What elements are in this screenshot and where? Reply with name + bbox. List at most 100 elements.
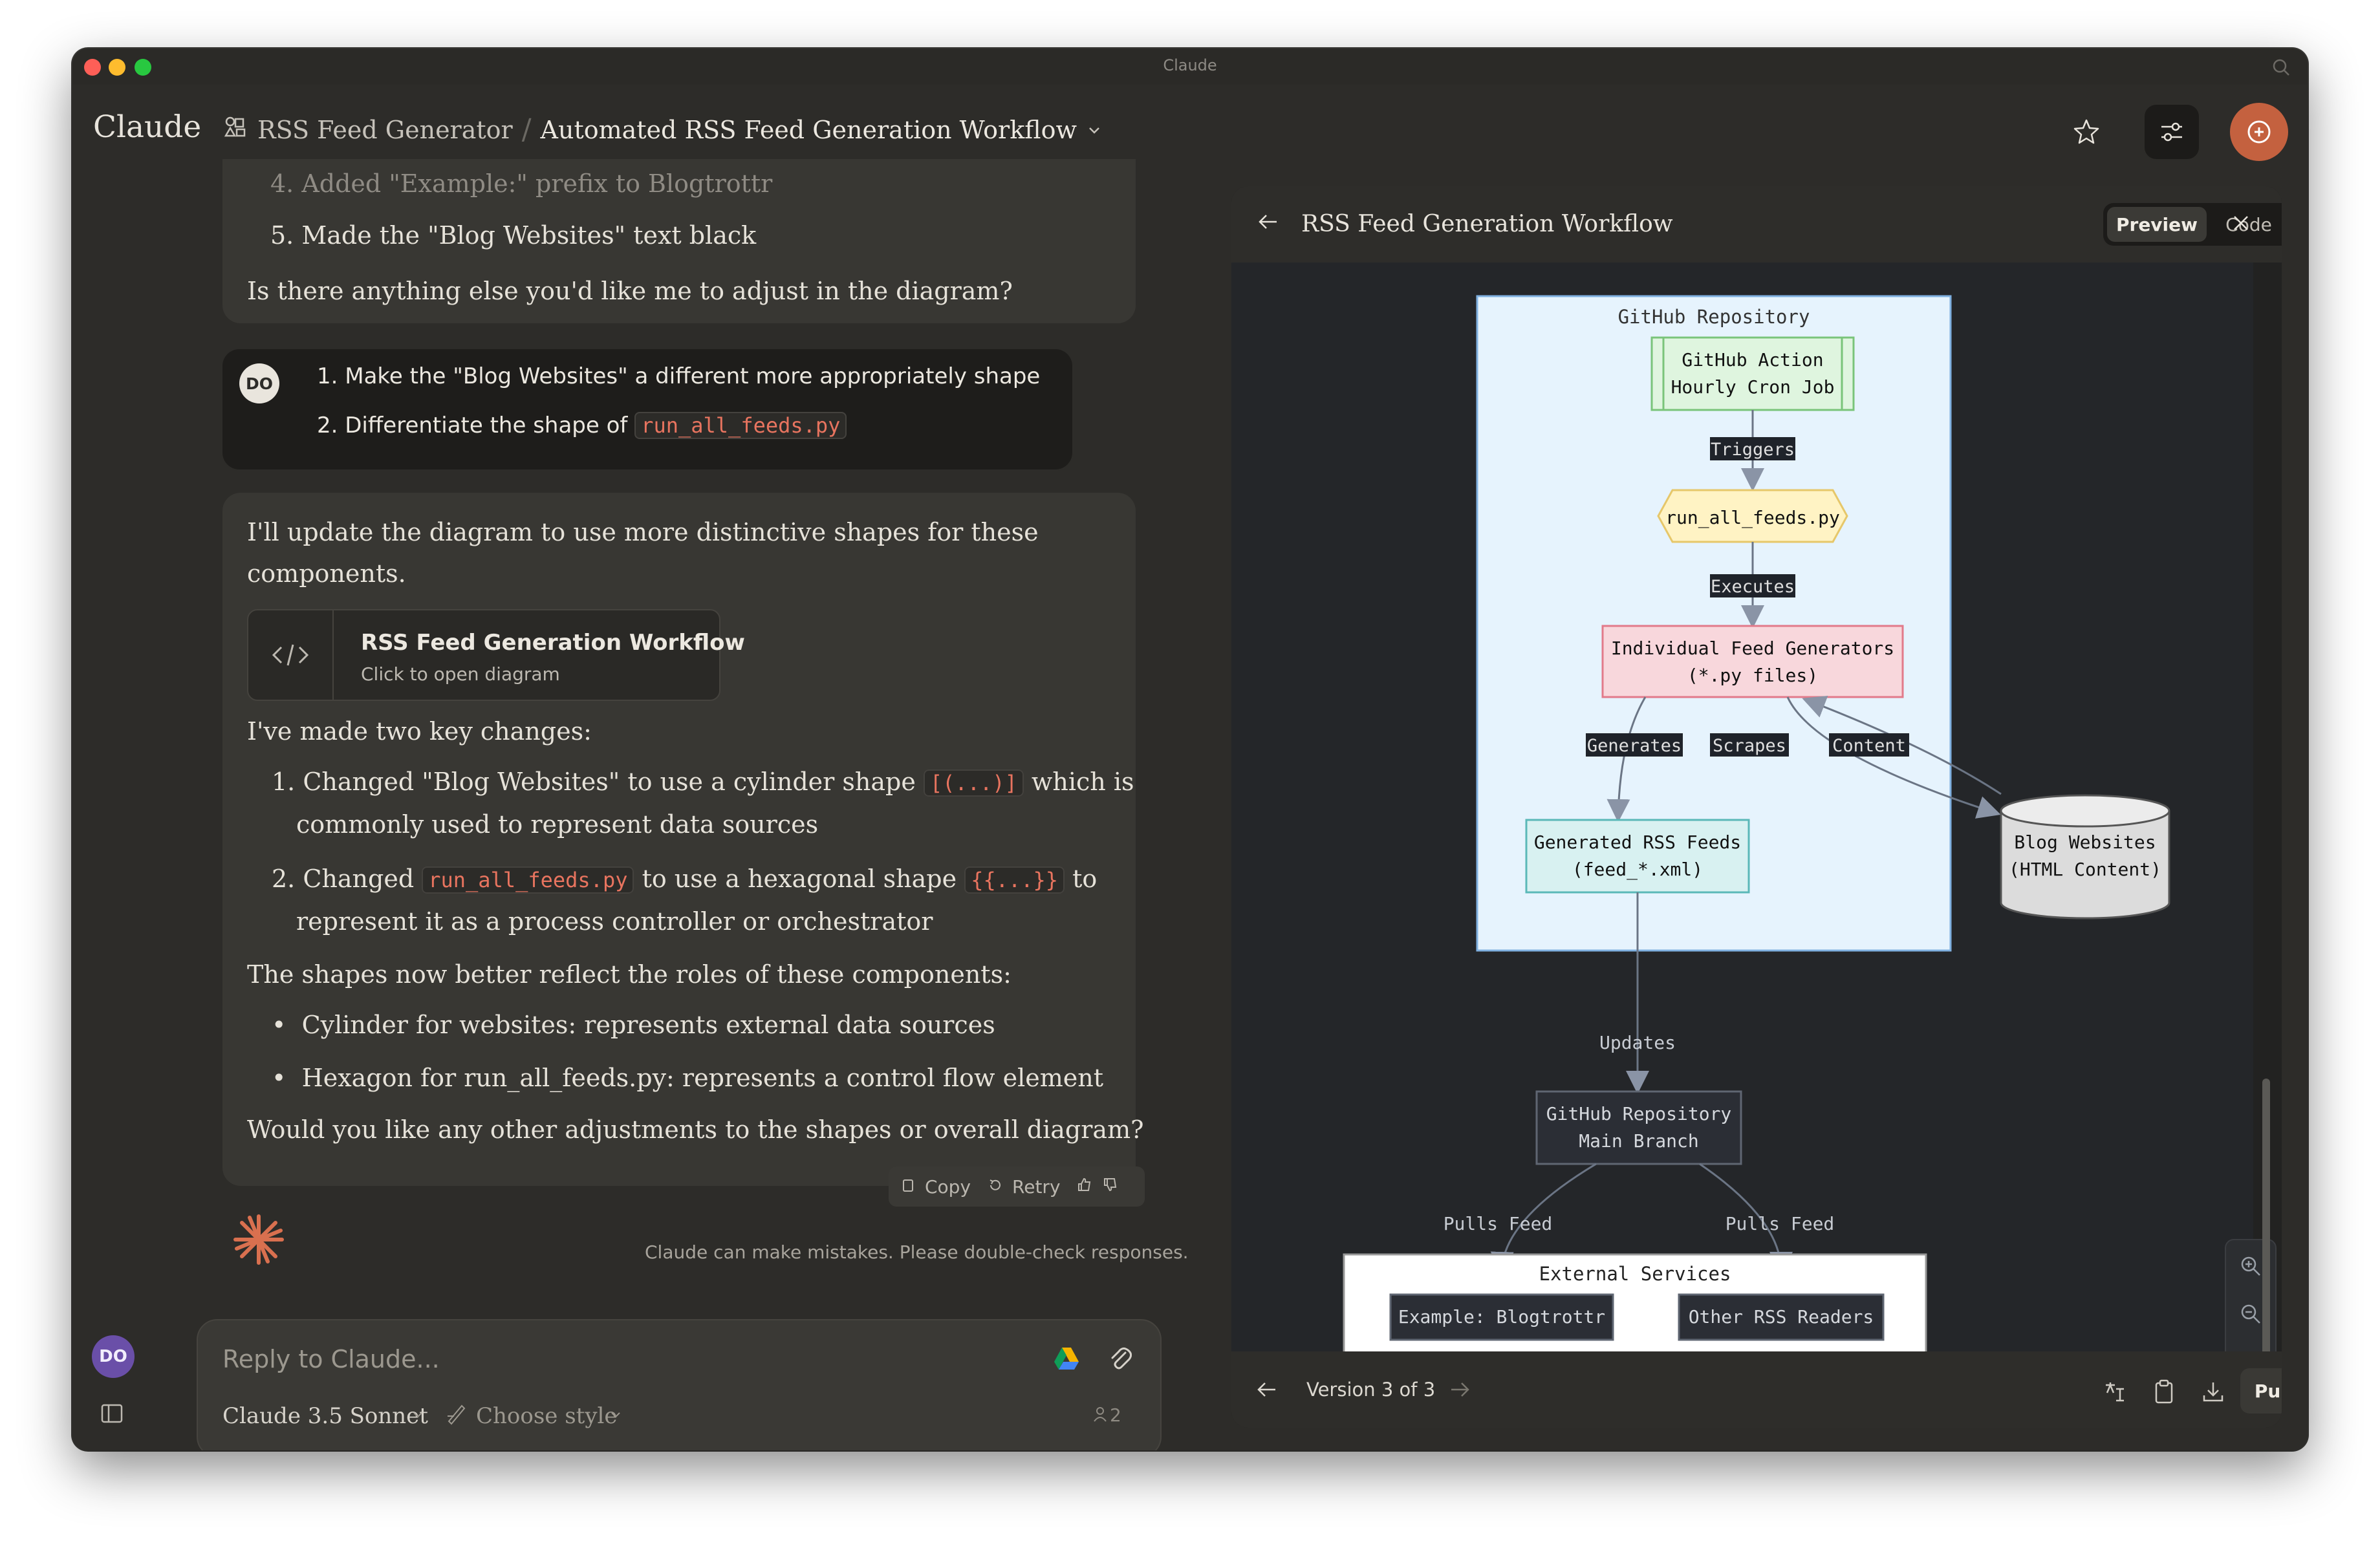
generators-label: Individual Feed Generators <box>1611 638 1894 659</box>
style-selector[interactable]: Choose style <box>476 1403 618 1429</box>
star-icon <box>2073 119 2099 144</box>
app-window: Claude Claude RSS Feed Generator / Autom… <box>72 48 2308 1450</box>
main-branch-label: GitHub Repository <box>1546 1103 1732 1124</box>
bullet-item: • Cylinder for websites: represents exte… <box>272 1011 995 1039</box>
list-item-continuation: commonly used to represent data sources <box>296 810 819 839</box>
artifact-card-title: RSS Feed Generation Workflow <box>361 630 745 656</box>
previous-version-icon[interactable] <box>1255 1380 1278 1402</box>
list-item: 1. Changed "Blog Websites" to use a cyli… <box>272 768 1134 797</box>
user-line-2: 2. Differentiate the shape of run_all_fe… <box>317 412 847 439</box>
retry-icon[interactable] <box>988 1176 1003 1198</box>
other-readers-label: Other RSS Readers <box>1689 1306 1874 1328</box>
generators-sub-label: (*.py files) <box>1687 665 1818 686</box>
list-item-text: which is <box>1023 768 1134 796</box>
feeds-node <box>1525 819 1750 894</box>
message-actions: Copy Retry <box>889 1166 1145 1207</box>
artifact-card[interactable]: RSS Feed Generation Workflow Click to op… <box>247 609 745 701</box>
message-text: Would you like any other adjustments to … <box>247 1115 1144 1144</box>
bullet-text: Cylinder for websites: represents extern… <box>301 1011 995 1039</box>
sliders-icon <box>2161 122 2182 142</box>
sidebar-toggle-icon[interactable] <box>101 1404 123 1426</box>
search-icon[interactable] <box>2271 58 2291 80</box>
external-services-label: External Services <box>1539 1263 1731 1285</box>
message-text: I've made two key changes: <box>247 717 592 746</box>
star-button[interactable] <box>2059 105 2114 159</box>
settings-button[interactable] <box>2145 105 2199 159</box>
chevron-down-icon[interactable] <box>609 1408 622 1424</box>
project-icon <box>222 114 248 145</box>
tab-preview[interactable]: Preview <box>2107 207 2207 242</box>
github-action-label: GitHub Action <box>1682 349 1823 371</box>
edge-label-text: Pulls Feed <box>1726 1213 1835 1234</box>
clipboard-icon[interactable] <box>2141 1368 2187 1415</box>
download-icon[interactable] <box>2190 1368 2236 1415</box>
zoom-out-icon[interactable] <box>2239 1302 2262 1328</box>
inline-code: {{...}} <box>964 866 1065 894</box>
list-item-continuation: represent it as a process controller or … <box>296 907 933 936</box>
app-header: Claude RSS Feed Generator / Automated RS… <box>72 85 2308 161</box>
workflow-diagram: GitHub Repository GitHub Action Hourly C… <box>1343 295 2170 1364</box>
copy-button[interactable]: Copy <box>925 1176 971 1198</box>
participant-count: 2 <box>1110 1404 1121 1426</box>
model-selector[interactable]: Claude 3.5 Sonnet <box>222 1403 428 1429</box>
person-icon <box>1093 1406 1107 1425</box>
version-label: Version 3 of 3 <box>1306 1379 1436 1401</box>
edge-label-text: Updates <box>1599 1032 1676 1053</box>
retry-button[interactable]: Retry <box>1012 1176 1060 1198</box>
view-toggle: Preview Code <box>2103 203 2282 246</box>
claude-logo[interactable]: Claude <box>93 109 201 145</box>
edge-label-text: Generates <box>1587 736 1682 756</box>
github-action-node <box>1650 336 1855 411</box>
translate-icon[interactable] <box>2092 1368 2138 1415</box>
message-text: Is there anything else you'd like me to … <box>247 277 1013 305</box>
list-item: 4. Added "Example:" prefix to Blogtrottr <box>270 169 773 198</box>
breadcrumb-separator: / <box>521 113 532 146</box>
title-bar: Claude <box>72 48 2308 85</box>
code-icon <box>248 610 334 700</box>
list-item-text: 1. Changed "Blog Websites" to use a cyli… <box>272 768 924 796</box>
blog-websites-cylinder <box>2000 794 2170 919</box>
thumbs-up-icon[interactable] <box>1076 1176 1093 1198</box>
paperclip-icon[interactable] <box>1109 1346 1132 1375</box>
close-icon[interactable] <box>2231 213 2251 235</box>
inline-code: [(...)] <box>923 769 1024 797</box>
chevron-down-icon[interactable] <box>1086 116 1103 144</box>
generators-node <box>1601 625 1904 698</box>
diagram-canvas: GitHub Repository GitHub Action Hourly C… <box>1231 263 2253 1364</box>
list-item-text: to use a hexagonal shape <box>634 865 965 893</box>
chevron-down-icon[interactable] <box>411 1408 424 1424</box>
back-arrow-icon[interactable] <box>1256 212 1279 234</box>
artifact-panel: RSS Feed Generation Workflow Preview Cod… <box>1231 186 2282 1428</box>
main-branch-sub-label: Main Branch <box>1579 1130 1698 1152</box>
breadcrumb: RSS Feed Generator / Automated RSS Feed … <box>222 113 1103 146</box>
edge-label-text: Executes <box>1711 577 1795 597</box>
next-version-icon[interactable] <box>1449 1380 1472 1402</box>
edge-label-text: Content <box>1832 736 1906 756</box>
zoom-in-icon[interactable] <box>2239 1254 2262 1280</box>
copy-icon[interactable] <box>900 1176 916 1198</box>
user-line-2-text: 2. Differentiate the shape of <box>317 413 635 438</box>
runner-label: run_all_feeds.py <box>1665 507 1840 529</box>
avatar: DO <box>239 363 279 403</box>
google-drive-icon[interactable] <box>1053 1346 1080 1373</box>
claude-spark-icon <box>232 1212 286 1269</box>
cron-job-label: Hourly Cron Job <box>1671 376 1835 398</box>
reply-input[interactable]: Reply to Claude... Claude 3.5 Sonnet Cho… <box>197 1319 1162 1450</box>
publish-button[interactable]: Publish <box>2240 1368 2282 1414</box>
message-text: The shapes now better reflect the roles … <box>247 960 1012 989</box>
user-line-1: 1. Make the "Blog Websites" a different … <box>317 363 1041 389</box>
user-avatar[interactable]: DO <box>92 1335 135 1378</box>
style-icon[interactable] <box>445 1402 468 1428</box>
artifact-header: RSS Feed Generation Workflow Preview Cod… <box>1231 186 2282 263</box>
chat-title[interactable]: Automated RSS Feed Generation Workflow <box>541 116 1077 144</box>
list-item-text: 2. Changed <box>272 865 422 893</box>
feeds-sub-label: (feed_*.xml) <box>1572 859 1703 881</box>
new-chat-button[interactable] <box>2230 103 2288 161</box>
blogs-label: Blog Websites <box>2014 832 2156 853</box>
breadcrumb-project[interactable]: RSS Feed Generator <box>257 116 513 144</box>
reply-placeholder[interactable]: Reply to Claude... <box>222 1345 440 1373</box>
window-title: Claude <box>1163 56 1217 74</box>
new-chat-icon <box>2247 120 2271 144</box>
thumbs-down-icon[interactable] <box>1102 1176 1119 1198</box>
main-branch-node <box>1535 1090 1742 1165</box>
